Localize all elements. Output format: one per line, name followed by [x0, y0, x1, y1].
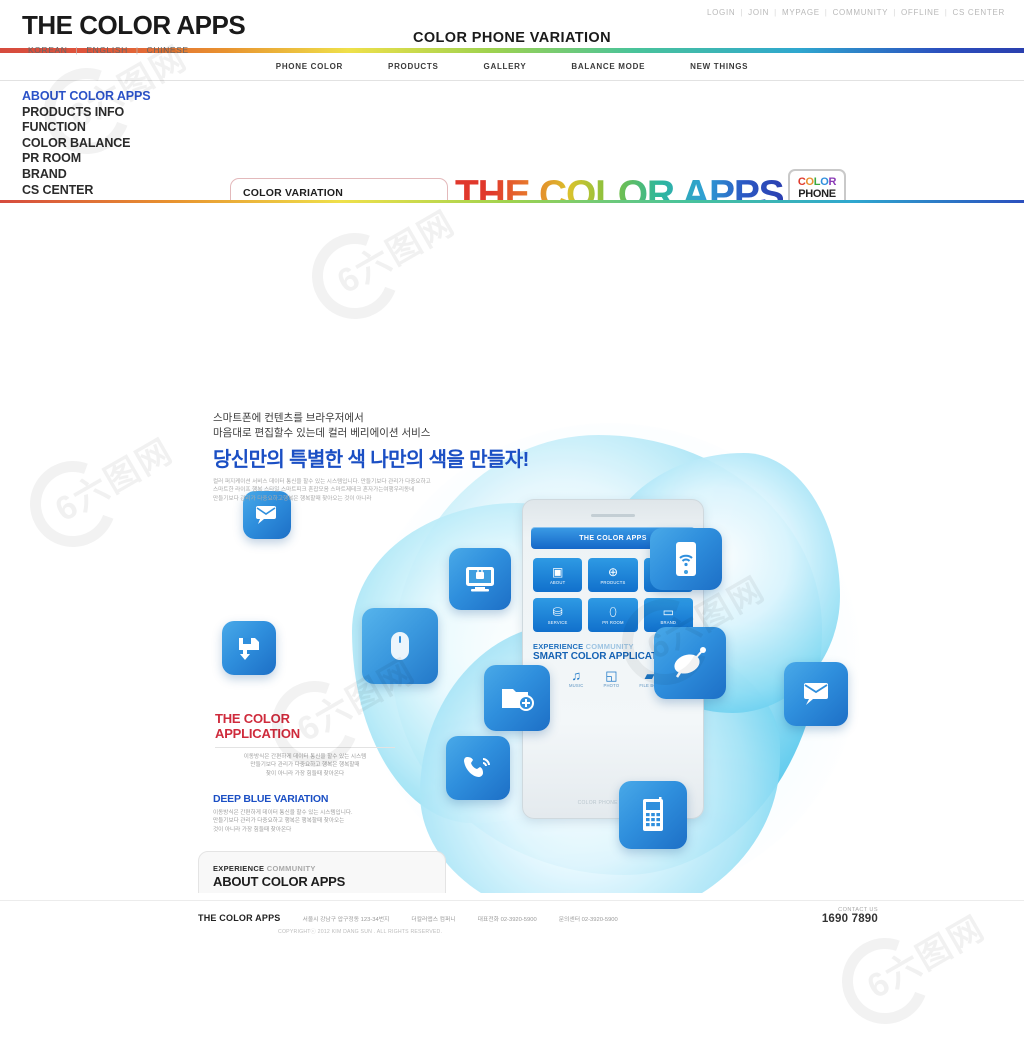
app-tile-pr-room-label: PR ROOM [602, 619, 624, 625]
app-tile-about[interactable]: ▣ ABOUT [533, 558, 583, 592]
camera-icon: ◱ [605, 668, 618, 683]
footer-address: 서울시 강남구 압구정동 123-34번지 [302, 917, 390, 923]
footer-brand: THE COLOR APPS [198, 913, 281, 923]
color-phone-bubble: COLOR PHONE [788, 169, 846, 216]
watermark-ring-1 [15, 446, 131, 562]
hero-line-1: 스마트폰에 컨텐츠를 브라우저에서 [213, 412, 364, 424]
top-nav-community[interactable]: COMMUNITY [828, 8, 894, 17]
bubble-color-word: COLOR [797, 176, 837, 188]
deep-blue-variation-title: DEEP BLUE VARIATION [213, 793, 329, 805]
monitor-icon: ▭ [662, 604, 674, 619]
sidebar-item-function[interactable]: FUNCTION [22, 120, 151, 136]
footer-main-phone: 대표전화 02-3920-5900 [477, 917, 537, 923]
sidebar-item-pr-room[interactable]: PR ROOM [22, 151, 151, 167]
color-application-title-1: THE COLOR [215, 711, 290, 726]
color-application-title: THE COLOR APPLICATION [215, 711, 395, 741]
top-nav-join[interactable]: JOIN [743, 8, 774, 17]
about-panel-title: ABOUT COLOR APPS [213, 874, 346, 889]
sidebar-menu: ABOUT COLOR APPS PRODUCTS INFO FUNCTION … [22, 89, 151, 198]
folder-add-icon[interactable] [484, 665, 550, 731]
hero-text-block: 스마트폰에 컨텐츠를 브라우저에서 마음대로 편집할수 있는데 컬러 베리에이션… [213, 411, 529, 503]
app-tile-about-label: ABOUT [549, 579, 566, 585]
satellite-dish-icon[interactable] [654, 627, 726, 699]
monitor-lock-icon[interactable] [449, 548, 511, 610]
site-header: THE COLOR APPS KOREAN | ENGLISH | CHINESE LO… [0, 0, 1024, 55]
top-nav-cs-center[interactable]: CS CENTER [947, 8, 1010, 17]
mouse-icon[interactable] [362, 608, 438, 684]
sidebar-item-products-info[interactable]: PRODUCTS INFO [22, 105, 151, 121]
calculator-phone-icon[interactable] [619, 781, 687, 849]
deep-blue-variation-block: DEEP BLUE VARIATION 이동방식은 간편하게 데이터 통신을 할… [213, 793, 408, 834]
hero-line-2: 마음대로 편집할수 있는데 컬러 베리에이션 서비스 [213, 427, 431, 439]
top-nav-login[interactable]: LOGIN [702, 8, 740, 17]
top-utility-nav: LOGIN | JOIN | MYPAGE | COMMUNITY | OFFLINE | CS C… [702, 8, 1010, 17]
language-bar: KOREAN | ENGLISH | CHINESE [22, 45, 1008, 55]
bottom-icon-music[interactable]: ♫ MUSIC [568, 668, 584, 689]
site-footer: THE COLOR APPS 서울시 강남구 압구정동 123-34번지 더칼러… [0, 900, 1024, 983]
phone-experience-strong: EXPERIENCE [533, 642, 584, 651]
footer-copyright: COPYRIGHTⓒ 2012 KIM DANG SUN . ALL RIGHT… [278, 929, 443, 935]
sidebar-item-color-balance[interactable]: COLOR BALANCE [22, 136, 151, 152]
app-tile-service-label: SERVICE [547, 619, 568, 625]
lang-chinese[interactable]: CHINESE [141, 45, 195, 55]
color-application-block: THE COLOR APPLICATION 이동방식은 간편하게 데이터 통신을 … [215, 711, 395, 778]
sidebar-item-cs-center[interactable]: CS CENTER [22, 183, 151, 199]
nav-gallery[interactable]: GALLERY [484, 62, 527, 71]
top-nav-mypage[interactable]: MYPAGE [777, 8, 825, 17]
phone-call-icon[interactable] [446, 736, 510, 800]
watermark-ring-2 [297, 218, 413, 334]
about-color-apps-panel: EXPERIENCE COMMUNITY ABOUT COLOR APPS 더 … [198, 851, 446, 893]
app-tile-brand-label: BRAND [660, 619, 677, 625]
footer-row: THE COLOR APPS 서울시 강남구 압구정동 123-34번지 더칼러… [198, 913, 1024, 923]
footer-center-phone: 문의센터 02-3920-5900 [558, 917, 618, 923]
color-variation-title: COLOR VARIATION [243, 187, 344, 199]
nav-phone-color[interactable]: PHONE COLOR [276, 62, 343, 71]
app-tile-products-label: PRODUCTS [600, 579, 626, 585]
main-nav: PHONE COLOR PRODUCTS GALLERY BALANCE MOD… [0, 53, 1024, 81]
headphone-icon: ♫ [571, 668, 582, 683]
search-page-icon: ▣ [551, 564, 564, 579]
watermark-2: 6六图网 [330, 203, 462, 302]
app-tile-service[interactable]: ⛁ SERVICE [533, 598, 583, 632]
app-tile-pr-room[interactable]: ⬯ PR ROOM [588, 598, 638, 632]
top-nav-offline[interactable]: OFFLINE [896, 8, 945, 17]
wifi-phone-icon[interactable] [650, 528, 722, 590]
phone-speaker [591, 514, 635, 517]
nav-products[interactable]: PRODUCTS [388, 62, 439, 71]
sidebar-item-about-color-apps[interactable]: ABOUT COLOR APPS [22, 89, 151, 105]
toolbox-icon: ⛁ [552, 604, 563, 619]
color-application-body: 이동방식은 간편하게 데이터 통신을 할수 있는 시스템 만들기보다 관리가 다… [243, 754, 367, 777]
footer-contact-number: 1690 7890 [821, 913, 878, 925]
color-application-rule [215, 747, 395, 748]
mouse-icon: ⬯ [609, 604, 617, 619]
hero-body: 컬러 퍼지케이션 서비스 데이터 통신을 할수 있는 시스템입니다. 만들기보다… [213, 479, 431, 502]
footer-contact: CONTACT US 1690 7890 [822, 907, 878, 925]
nav-balance-mode[interactable]: BALANCE MODE [571, 62, 645, 71]
color-application-title-2: APPLICATION [215, 726, 300, 741]
globe-icon: ⊕ [607, 564, 619, 579]
footer-company: 더칼러앱스 컴퍼니 [411, 917, 456, 923]
hero-band: ABOUT COLOR APPS PRODUCTS INFO FUNCTION … [0, 81, 1024, 262]
bottom-icon-photo-label: PHOTO [603, 683, 620, 688]
deep-blue-variation-body: 이동방식은 간편하게 데이터 통신을 할수 있는 시스템입니다. 만들기보다 관… [213, 810, 353, 833]
bubble-phone-word: PHONE [798, 188, 836, 200]
lang-english[interactable]: ENGLISH [80, 45, 134, 55]
lang-sep-2: | [135, 45, 139, 55]
sidebar-item-brand[interactable]: BRAND [22, 167, 151, 183]
bottom-icon-music-label: MUSIC [568, 683, 584, 688]
floppy-save-icon[interactable] [222, 621, 276, 675]
content-stage: THE COLOR APPS ▣ ABOUT ⊕ PRODUCTS ◨ FUNC… [0, 203, 1024, 893]
page-title: COLOR PHONE VARIATION [413, 30, 611, 46]
mail-chat-right-icon[interactable] [784, 662, 848, 726]
watermark-1: 6六图网 [48, 431, 180, 530]
lang-korean[interactable]: KOREAN [22, 45, 74, 55]
bottom-icon-photo[interactable]: ◱ PHOTO [603, 668, 620, 689]
about-eyebrow-dim: COMMUNITY [266, 864, 316, 873]
phone-experience-dim: COMMUNITY [585, 642, 634, 651]
about-eyebrow: EXPERIENCE COMMUNITY [213, 864, 431, 873]
hero-headline: 당신만의 특별한 색 나만의 색을 만들자! [213, 449, 529, 471]
nav-new-things[interactable]: NEW THINGS [690, 62, 748, 71]
about-eyebrow-strong: EXPERIENCE [213, 864, 265, 873]
app-tile-products[interactable]: ⊕ PRODUCTS [588, 558, 638, 592]
